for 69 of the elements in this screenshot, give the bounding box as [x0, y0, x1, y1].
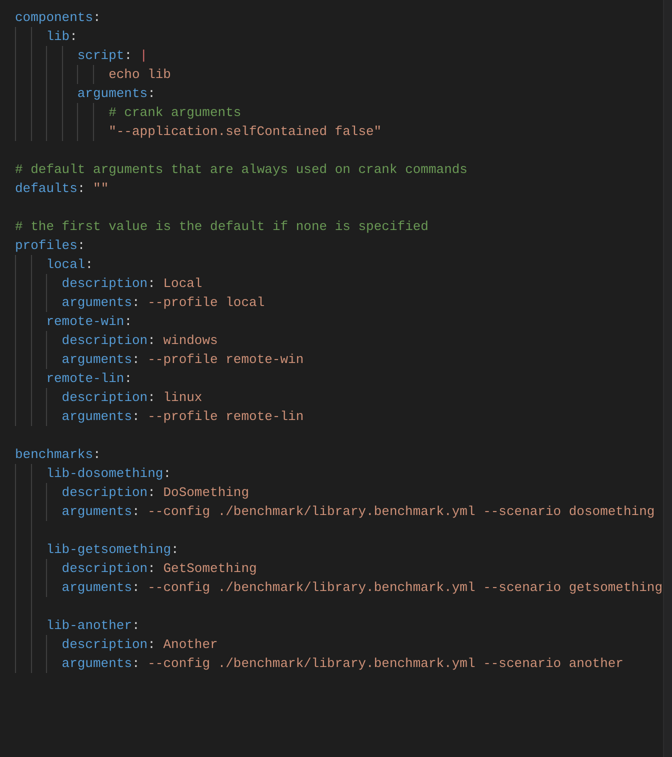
colon: :: [132, 352, 141, 367]
yaml-value: --config ./benchmark/library.benchmark.yml --scenario another: [148, 656, 624, 671]
colon: :: [132, 618, 140, 633]
yaml-value: Local: [163, 276, 202, 291]
yaml-key: remote-win: [46, 314, 124, 329]
yaml-key: arguments: [62, 352, 132, 367]
colon: :: [148, 485, 156, 500]
yaml-key: lib: [46, 29, 70, 44]
yaml-value: "": [93, 181, 109, 196]
yaml-value: "--application.selfContained false": [108, 124, 382, 139]
colon: :: [132, 656, 141, 671]
yaml-key: arguments: [62, 295, 132, 310]
yaml-key: local: [46, 257, 86, 272]
colon: :: [148, 637, 156, 652]
yaml-value: --profile remote-lin: [148, 409, 304, 424]
colon: :: [124, 48, 133, 63]
yaml-key: arguments: [62, 504, 132, 519]
yaml-key: defaults: [15, 181, 78, 196]
colon: :: [163, 466, 172, 481]
yaml-key: description: [62, 637, 148, 652]
yaml-value: --profile local: [148, 295, 265, 310]
yaml-value: GetSomething: [163, 561, 257, 576]
yaml-value: Another: [163, 637, 218, 652]
yaml-key: description: [62, 485, 148, 500]
colon: :: [148, 333, 156, 348]
yaml-key: remote-lin: [46, 371, 124, 386]
yaml-key: arguments: [62, 656, 132, 671]
yaml-key: description: [62, 561, 148, 576]
yaml-value: --config ./benchmark/library.benchmark.yml --scenario getsomething: [148, 580, 662, 595]
yaml-value: --config ./benchmark/library.benchmark.yml --scenario dosomething: [148, 504, 655, 519]
yaml-value: --profile remote-win: [148, 352, 304, 367]
yaml-key: profiles: [15, 238, 78, 253]
colon: :: [77, 181, 86, 196]
yaml-key: script: [77, 48, 124, 63]
colon: :: [148, 561, 156, 576]
yaml-key: lib-getsomething: [46, 542, 172, 557]
yaml-key: benchmarks: [15, 447, 94, 462]
colon: :: [124, 314, 132, 329]
yaml-key: description: [62, 390, 148, 405]
block-indicator: |: [140, 48, 148, 63]
yaml-comment: # the first value is the default if none is specified: [15, 219, 428, 234]
colon: :: [124, 371, 132, 386]
colon: :: [132, 580, 141, 595]
colon: :: [85, 257, 94, 272]
yaml-value: windows: [163, 333, 218, 348]
colon: :: [93, 447, 101, 462]
yaml-value: linux: [163, 390, 202, 405]
colon: :: [132, 295, 141, 310]
yaml-key: arguments: [62, 409, 132, 424]
colon: :: [77, 238, 86, 253]
yaml-comment: # crank arguments: [108, 105, 242, 120]
yaml-value: echo lib: [108, 67, 171, 82]
colon: :: [148, 276, 156, 291]
yaml-value: DoSomething: [163, 485, 250, 500]
yaml-key: lib-dosomething: [46, 466, 164, 481]
colon: :: [148, 390, 156, 405]
colon: :: [132, 504, 141, 519]
yaml-key: components: [15, 10, 94, 25]
yaml-key: description: [62, 333, 148, 348]
colon: :: [171, 542, 179, 557]
colon: :: [148, 86, 156, 101]
yaml-key: arguments: [62, 580, 132, 595]
colon: :: [70, 29, 78, 44]
colon: :: [132, 409, 141, 424]
yaml-key: arguments: [77, 86, 148, 101]
colon: :: [93, 10, 101, 25]
yaml-comment: # default arguments that are always used on crank commands: [15, 162, 468, 177]
yaml-key: description: [62, 276, 148, 291]
yaml-key: lib-another: [46, 618, 132, 633]
